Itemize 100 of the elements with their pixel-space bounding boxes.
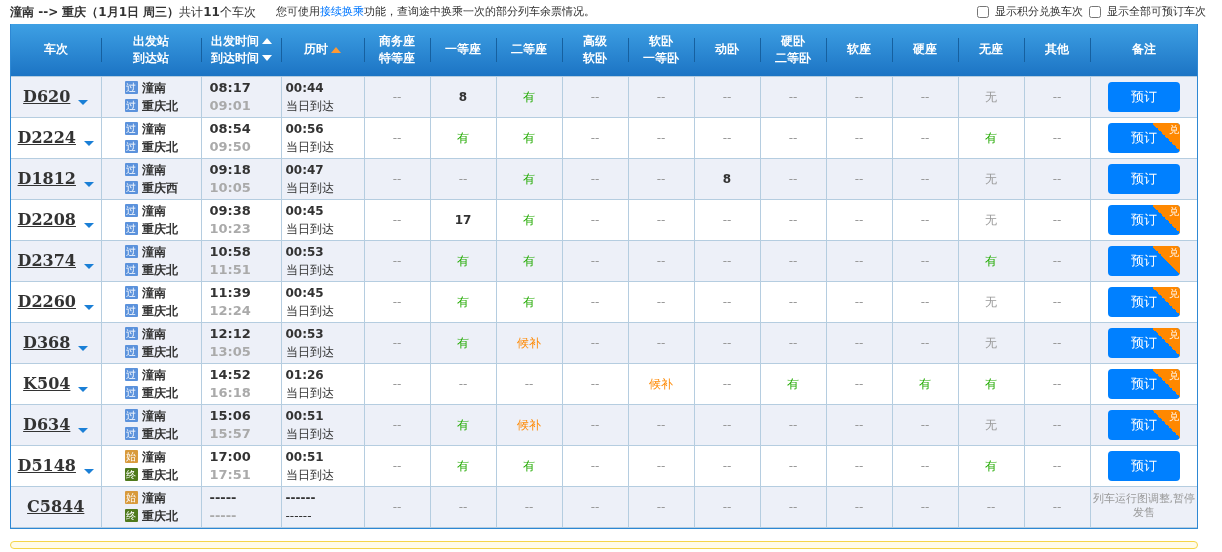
station-name: 潼南 <box>141 202 166 220</box>
book-button[interactable]: 预订 <box>1107 81 1180 112</box>
station-tag: 始 <box>124 491 138 505</box>
seat-availability: -- <box>722 335 732 350</box>
caret-icon[interactable] <box>83 264 94 269</box>
seat-availability: -- <box>920 171 930 186</box>
column-header[interactable]: 历时 <box>304 42 328 57</box>
depart-time: 09:18 <box>209 160 252 179</box>
column-header[interactable]: 一等卧 <box>643 50 679 65</box>
seat-availability: -- <box>590 335 600 350</box>
seat-availability: -- <box>788 171 798 186</box>
column-header[interactable]: 到达时间 <box>210 50 259 65</box>
filter-label[interactable]: 显示积分兑换车次 <box>995 3 1083 21</box>
seat-availability: 无 <box>985 171 997 186</box>
column-header[interactable]: 出发站 <box>133 33 169 48</box>
seat-availability: -- <box>854 294 864 309</box>
column-header[interactable]: 硬卧 <box>781 33 805 48</box>
depart-time: 11:39 <box>209 283 252 302</box>
seat-availability: -- <box>524 376 534 391</box>
seat-availability: -- <box>788 294 798 309</box>
duration: 00:45 <box>285 202 325 220</box>
station-tag: 过 <box>124 140 138 154</box>
column-header[interactable]: 车次 <box>44 42 68 57</box>
column-header[interactable]: 软座 <box>847 42 871 57</box>
seat-availability: -- <box>1052 335 1062 350</box>
seat-availability: 无 <box>985 89 997 104</box>
column-header[interactable]: 无座 <box>979 42 1003 57</box>
column-header[interactable]: 软卧 <box>583 50 607 65</box>
arrive-time: 12:24 <box>209 301 252 320</box>
arrive-time: 10:23 <box>209 219 252 238</box>
arrival-day: 当日到达 <box>285 301 364 320</box>
seat-availability: 有 <box>457 458 469 473</box>
seat-availability: -- <box>722 417 732 432</box>
station-tag: 过 <box>124 181 138 195</box>
arrive-time: 13:05 <box>209 342 252 361</box>
caret-icon[interactable] <box>83 141 94 146</box>
seat-availability: -- <box>788 89 798 104</box>
arrive-time: 09:50 <box>209 137 252 156</box>
station-tag: 过 <box>124 286 138 300</box>
seat-availability: 有 <box>523 253 535 268</box>
column-header[interactable]: 其他 <box>1045 42 1069 57</box>
column-header[interactable]: 备注 <box>1131 42 1156 57</box>
book-button[interactable]: 预订 <box>1107 163 1180 194</box>
seat-availability: -- <box>854 458 864 473</box>
column-header[interactable]: 高级 <box>583 33 607 48</box>
sort-down-icon[interactable] <box>261 55 272 62</box>
seat-availability: 有 <box>457 253 469 268</box>
filter-label[interactable]: 显示全部可预订车次 <box>1107 3 1206 21</box>
column-header[interactable]: 到达站 <box>133 50 169 65</box>
caret-icon[interactable] <box>78 346 89 351</box>
seat-availability: -- <box>788 212 798 227</box>
seat-availability: -- <box>722 253 732 268</box>
column-header[interactable]: 出发时间 <box>210 33 259 48</box>
seat-availability: 有 <box>457 417 469 432</box>
caret-icon[interactable] <box>78 428 89 433</box>
column-header[interactable]: 一等座 <box>445 42 481 57</box>
seat-availability: 有 <box>787 376 799 391</box>
column-header[interactable]: 硬座 <box>913 42 937 57</box>
seat-availability: -- <box>656 89 666 104</box>
seat-availability: -- <box>590 89 600 104</box>
seat-availability: -- <box>1052 212 1062 227</box>
column-header[interactable]: 二等卧 <box>775 50 811 65</box>
arrive-time: 10:05 <box>209 178 252 197</box>
seat-availability: 有 <box>457 130 469 145</box>
station-name: 重庆北 <box>141 97 178 115</box>
transfer-link[interactable]: 接续换乘 <box>319 4 364 18</box>
arrival-day: 当日到达 <box>285 178 364 197</box>
station-name: 重庆北 <box>141 425 178 443</box>
caret-icon[interactable] <box>83 182 94 187</box>
route-summary: 潼南 --> 重庆（1月1日 周三）共计11个车次 <box>10 4 256 21</box>
seat-availability: 无 <box>985 335 997 350</box>
column-header[interactable]: 二等座 <box>511 42 547 57</box>
seat-availability: -- <box>392 417 402 432</box>
filter-checkbox[interactable] <box>1089 6 1101 18</box>
column-header[interactable]: 动卧 <box>715 42 739 57</box>
depart-time: 15:06 <box>209 406 252 425</box>
seat-availability: 候补 <box>517 335 541 350</box>
station-name: 重庆北 <box>141 507 178 525</box>
caret-icon[interactable] <box>83 469 94 474</box>
duration: 00:51 <box>285 407 325 425</box>
depart-time: 10:58 <box>209 242 252 261</box>
seat-availability: -- <box>722 130 732 145</box>
station-tag: 过 <box>124 163 138 177</box>
seat-availability: -- <box>854 499 864 514</box>
seat-availability: -- <box>590 253 600 268</box>
column-header[interactable]: 软卧 <box>649 33 673 48</box>
column-header[interactable]: 商务座 <box>379 33 415 48</box>
seat-availability: -- <box>920 212 930 227</box>
filter-checkbox[interactable] <box>977 6 989 18</box>
arrive-time: 16:18 <box>209 383 252 402</box>
column-header[interactable]: 特等座 <box>379 50 415 65</box>
seat-availability: -- <box>392 335 402 350</box>
book-button[interactable]: 预订 <box>1107 450 1180 481</box>
caret-icon[interactable] <box>83 305 94 310</box>
caret-icon[interactable] <box>78 387 89 392</box>
sort-up-icon[interactable] <box>261 38 272 45</box>
caret-icon[interactable] <box>78 100 89 105</box>
seat-availability: 有 <box>985 376 997 391</box>
caret-icon[interactable] <box>83 223 94 228</box>
duration: 00:47 <box>285 161 325 179</box>
